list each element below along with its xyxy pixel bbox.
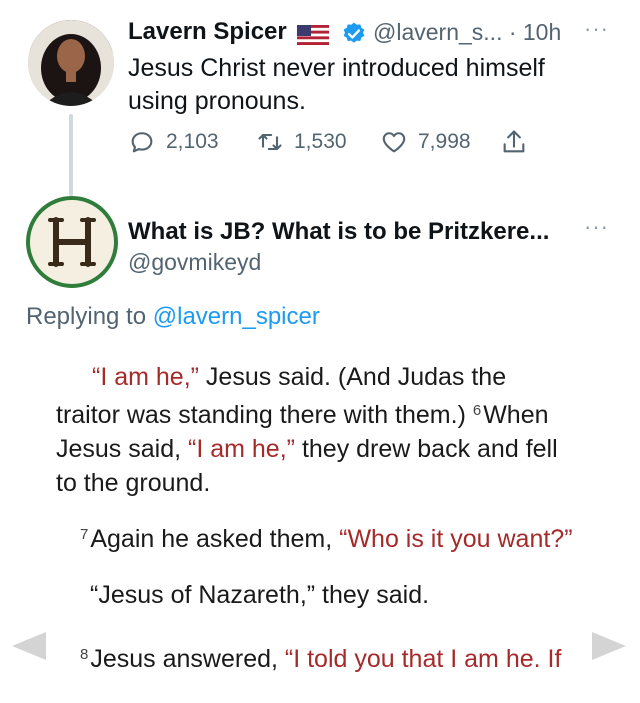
verified-badge-icon [343,22,365,43]
passage-paragraph: “Jesus of Nazareth,” they said. [90,578,610,612]
reply-icon [131,132,153,153]
author-name[interactable]: Lavern Spicer [128,18,287,46]
avatar-govmikeyd[interactable] [26,196,118,288]
avatar-lavern-spicer[interactable] [28,20,114,106]
verse-number: 8 [80,646,89,663]
retweet-button[interactable]: 1,530 [256,128,347,156]
share-button[interactable] [500,128,528,156]
more-options-icon[interactable]: ··· [584,214,609,240]
red-letter-quote: “Who is it you want?” [339,525,573,553]
heart-icon [382,132,406,153]
next-arrow-icon[interactable] [588,628,632,664]
red-letter-quote: “I am he,” [188,435,295,463]
h-logo-icon [48,217,96,267]
like-button[interactable]: 7,998 [380,128,471,156]
verse-number: 7 [80,526,89,543]
previous-arrow-icon[interactable] [6,628,50,664]
reply-count: 2,103 [166,130,219,153]
passage-text: Jesus answered, [90,645,285,673]
author-handle-timestamp[interactable]: @lavern_s... · 10h [373,19,561,46]
like-count: 7,998 [418,130,471,153]
replying-to-line: Replying to @lavern_spicer [26,303,320,331]
author-name[interactable]: What is JB? What is to be Pritzkere... [128,218,549,246]
author-handle[interactable]: @govmikeyd [128,249,261,276]
passage-paragraph: 7Again he asked them, “Who is it you wan… [80,518,620,556]
verse-number: 6 [472,402,482,419]
passage-paragraph: “I am he,” Jesus said. (And Judas the tr… [56,360,576,500]
replying-prefix: Replying to [26,303,153,330]
retweet-icon [258,133,282,151]
share-icon [503,130,525,153]
red-letter-quote: “I told you that I am he. If [284,645,562,673]
retweet-count: 1,530 [294,130,347,153]
red-letter-quote: “I am he,” [92,363,199,391]
passage-text: “Jesus of Nazareth,” they said. [90,581,430,609]
reply-button[interactable]: 2,103 [128,128,219,156]
more-options-icon[interactable]: ··· [584,16,609,42]
passage-text: Again he asked them, [90,525,340,553]
replying-to-link[interactable]: @lavern_spicer [153,303,320,330]
passage-paragraph: 8Jesus answered, “I told you that I am h… [80,638,580,676]
us-flag-icon [297,25,329,45]
tweet-text: Jesus Christ never introduced himself us… [128,54,545,115]
thread-connector-line [69,114,73,196]
